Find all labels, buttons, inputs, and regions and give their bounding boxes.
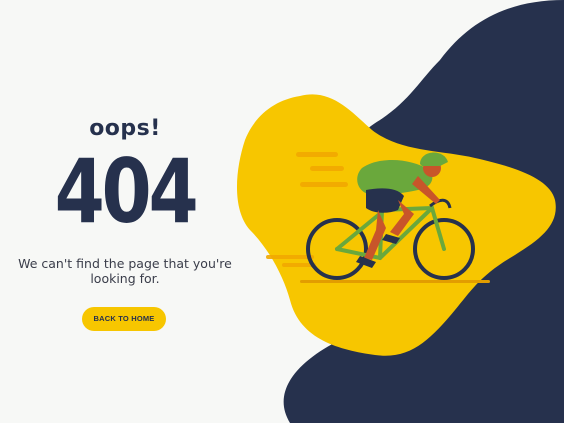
speed-line	[300, 182, 348, 187]
speed-line	[310, 166, 344, 171]
error-heading: oops!	[89, 116, 161, 141]
speed-line	[296, 152, 338, 157]
error-message: We can't find the page that you're looki…	[18, 256, 232, 286]
ground-line	[300, 280, 490, 283]
error-content: oops! 404 We can't find the page that yo…	[0, 0, 250, 423]
error-code: 404	[54, 140, 199, 243]
error-404-page: oops! 404 We can't find the page that yo…	[0, 0, 564, 423]
back-to-home-button[interactable]: BACK TO HOME	[82, 307, 166, 331]
